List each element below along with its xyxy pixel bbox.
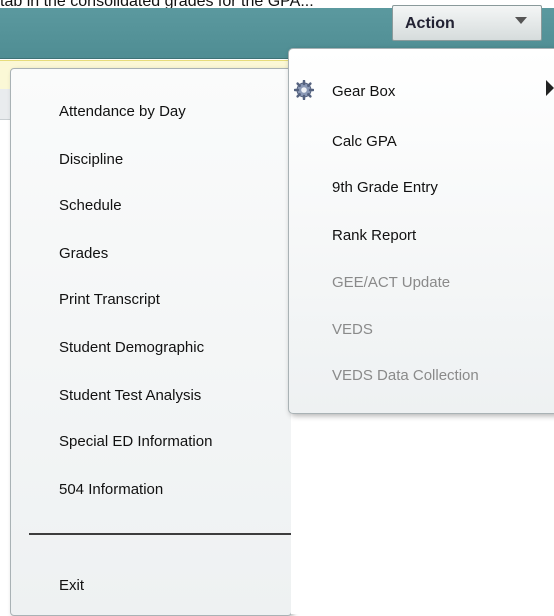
action-item-veds: VEDS: [332, 321, 373, 338]
menu-item-schedule[interactable]: Schedule: [59, 197, 122, 214]
action-button[interactable]: Action: [392, 5, 542, 41]
action-button-label: Action: [405, 15, 455, 32]
menu-item-print-transcript[interactable]: Print Transcript: [59, 291, 160, 308]
action-dropdown-menu: Gear Box Calc GPA 9th Grade Entry Rank R…: [288, 48, 554, 414]
chevron-down-icon: [515, 17, 527, 24]
action-item-9th-grade-entry[interactable]: 9th Grade Entry: [332, 179, 438, 196]
action-item-veds-data-collection: VEDS Data Collection: [332, 367, 479, 384]
chevron-right-icon: [546, 80, 554, 96]
menu-item-student-test-analysis[interactable]: Student Test Analysis: [59, 387, 201, 404]
menu-item-grades[interactable]: Grades: [59, 245, 108, 262]
action-item-gear-box[interactable]: Gear Box: [332, 83, 395, 100]
menu-item-504-information[interactable]: 504 Information: [59, 481, 163, 498]
action-item-calc-gpa[interactable]: Calc GPA: [332, 133, 397, 150]
menu-item-student-demographic[interactable]: Student Demographic: [59, 339, 204, 356]
menu-item-discipline[interactable]: Discipline: [59, 151, 123, 168]
menu-item-exit[interactable]: Exit: [59, 577, 84, 594]
left-menu-panel: Attendance by Day Discipline Schedule Gr…: [10, 68, 292, 616]
menu-separator: [29, 533, 291, 535]
action-item-rank-report[interactable]: Rank Report: [332, 227, 416, 244]
action-item-gee-act-update: GEE/ACT Update: [332, 274, 451, 291]
content-area: [291, 412, 554, 614]
menu-item-attendance-by-day[interactable]: Attendance by Day: [59, 103, 186, 120]
gear-icon: [294, 80, 314, 100]
menu-item-special-ed-information[interactable]: Special ED Information: [59, 433, 212, 450]
